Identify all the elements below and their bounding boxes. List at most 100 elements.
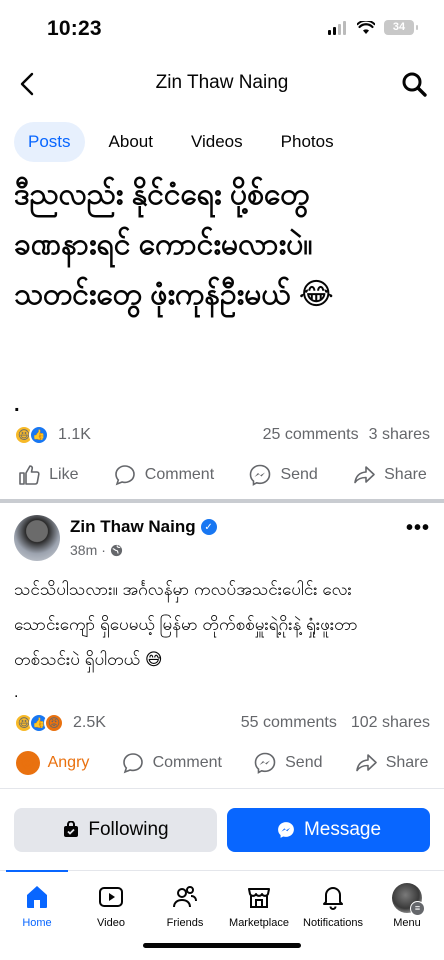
following-icon — [64, 821, 79, 837]
tab-home-label: Home — [22, 917, 52, 929]
following-button-label: Following — [88, 819, 169, 840]
post1-actions: Like Comment Send Share — [0, 455, 444, 495]
share-button[interactable]: Share — [354, 751, 429, 775]
post2-text: သင်သိပါသလား။ အင်္ဂလန်မှာ ကလပ်အသင်းပေါင်း… — [14, 572, 434, 677]
angry-button-label: Angry — [47, 754, 90, 771]
message-button[interactable]: Message — [227, 808, 430, 852]
globe-icon — [110, 544, 122, 556]
tab-menu-label: Menu — [393, 917, 421, 929]
buttons-divider — [0, 788, 444, 789]
post2-reaction-count: 2.5K — [73, 714, 106, 731]
post2-comments-count[interactable]: 55 comments — [241, 714, 337, 732]
post1-dot: . — [14, 394, 20, 416]
menu-avatar — [392, 883, 425, 916]
home-icon — [27, 886, 47, 908]
status-bar: 10:23 34 — [0, 0, 444, 58]
tab-posts[interactable]: Posts — [14, 122, 85, 162]
profile-tabs: Posts About Videos Photos — [14, 122, 348, 162]
messenger-icon — [254, 752, 276, 774]
search-icon[interactable] — [400, 70, 428, 98]
like-icon — [19, 465, 40, 485]
post2-header: Zin Thaw Naing ✓ 38m · ••• — [14, 515, 430, 563]
post-divider — [0, 499, 444, 503]
send-button[interactable]: Send — [248, 463, 318, 487]
friends-icon — [173, 886, 197, 908]
like-reaction-icon: 👍 — [29, 425, 49, 445]
send-button-label: Send — [280, 466, 318, 483]
tab-marketplace-label: Marketplace — [229, 917, 289, 929]
post1-shares-count[interactable]: 3 shares — [369, 426, 430, 444]
share-button-label: Share — [384, 466, 427, 483]
post2-reactions-summary[interactable]: 😆 👍 😡 2.5K 55 comments 102 shares — [14, 711, 430, 735]
share-icon — [354, 466, 375, 484]
post1-text-line: ဒီညလည်း နိုင်ငံရေး ပို့စ်တွေ — [14, 178, 310, 211]
like-button-label: Like — [49, 466, 79, 483]
comment-button-label: Comment — [152, 754, 222, 771]
tab-menu[interactable]: Menu — [370, 871, 444, 934]
angry-icon: 😡 — [15, 751, 40, 775]
profile-action-buttons: Following Message — [14, 808, 430, 852]
video-icon — [99, 887, 123, 907]
post2-actions: 😡 Angry Comment Send Share — [0, 743, 444, 783]
post1-comments-count[interactable]: 25 comments — [263, 426, 359, 444]
angry-reaction-icon: 😡 — [44, 713, 64, 733]
post2-shares-count[interactable]: 102 shares — [351, 714, 430, 732]
like-button[interactable]: Like — [17, 463, 79, 487]
following-button[interactable]: Following — [14, 808, 217, 852]
tab-notifications-label: Notifications — [303, 917, 363, 929]
comment-button[interactable]: Comment — [121, 751, 222, 775]
page-header: Zin Thaw Naing — [0, 60, 444, 108]
status-time: 10:23 — [47, 17, 102, 40]
send-button-label: Send — [285, 754, 323, 771]
status-icons: 34 — [328, 20, 418, 35]
angry-reaction-button[interactable]: 😡 Angry — [15, 751, 90, 775]
meta-separator: · — [101, 542, 106, 558]
messenger-icon — [278, 822, 294, 838]
messenger-icon — [250, 464, 271, 486]
comment-icon — [122, 753, 143, 774]
verified-badge-icon: ✓ — [200, 519, 217, 535]
tab-notifications[interactable]: Notifications — [296, 871, 370, 934]
post1-reactions-summary[interactable]: 😆 👍 1.1K 25 comments 3 shares — [14, 423, 430, 447]
post2-text-line: သင်သိပါသလား။ အင်္ဂလန်မှာ ကလပ်အသင်းပေါင်း… — [14, 580, 352, 599]
post1-text-line: သတင်းတွေ ဖုံးကုန်ဦးမယ် 😂 — [14, 278, 334, 311]
post1-reaction-icons: 😆 👍 — [14, 425, 49, 445]
wifi-icon — [357, 20, 375, 34]
signal-icon — [328, 20, 346, 35]
author-name[interactable]: Zin Thaw Naing ✓ — [70, 517, 217, 537]
post2-time[interactable]: 38m — [70, 542, 97, 558]
comment-button[interactable]: Comment — [113, 463, 214, 487]
send-button[interactable]: Send — [253, 751, 323, 775]
home-indicator — [143, 943, 301, 948]
author-name-text: Zin Thaw Naing — [70, 517, 196, 536]
post1-text: ဒီညလည်း နိုင်ငံရေး ပို့စ်တွေ ခဏနားရင် ကေ… — [14, 170, 434, 320]
tab-video-label: Video — [97, 917, 125, 929]
tab-video[interactable]: Video — [74, 871, 148, 934]
bell-icon — [323, 887, 343, 910]
post2-reaction-icons: 😆 👍 😡 — [14, 713, 64, 733]
tab-about[interactable]: About — [95, 122, 167, 162]
post2-text-line: သောင်းကျော် ရှိပေမယ့် မြန်မာ တိုက်စစ်မှူ… — [14, 615, 358, 634]
tab-marketplace[interactable]: Marketplace — [222, 871, 296, 934]
tab-photos[interactable]: Photos — [267, 122, 348, 162]
message-button-label: Message — [303, 819, 382, 840]
share-button[interactable]: Share — [352, 463, 427, 487]
more-options-icon[interactable]: ••• — [406, 517, 430, 540]
post1-text-line: ခဏနားရင် ကောင်းမလားပဲ။ — [14, 228, 313, 261]
post2-dot: . — [14, 684, 19, 701]
post1-reaction-count: 1.1K — [58, 426, 91, 443]
post2-meta: 38m · — [70, 542, 123, 558]
page-title: Zin Thaw Naing — [155, 72, 289, 93]
comment-icon — [114, 465, 135, 486]
author-avatar[interactable] — [14, 515, 60, 561]
share-icon — [355, 754, 377, 772]
bottom-tab-bar: Home Video Friends Marketplace Notificat… — [0, 870, 444, 934]
tab-friends-label: Friends — [166, 917, 204, 929]
battery-icon: 34 — [384, 20, 418, 35]
tab-home[interactable]: Home — [0, 870, 74, 934]
tab-friends[interactable]: Friends — [148, 871, 222, 934]
comment-button-label: Comment — [144, 466, 215, 483]
share-button-label: Share — [385, 754, 429, 771]
post2-text-line: တစ်သင်းပဲ ရှိပါတယ် 😅 — [14, 650, 163, 669]
tab-videos[interactable]: Videos — [177, 122, 257, 162]
